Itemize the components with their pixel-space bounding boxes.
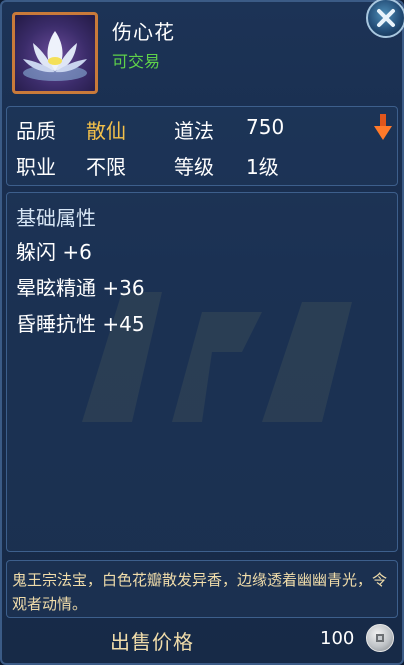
lotus-flower-icon <box>23 31 87 81</box>
tradable-label: 可交易 <box>112 52 161 71</box>
close-button[interactable] <box>366 0 404 38</box>
attribute-row: 昏睡抗性 +45 <box>16 312 145 336</box>
quality-label: 品质 <box>16 119 56 143</box>
sell-price-label: 出售价格 <box>110 630 194 654</box>
down-arrow-icon <box>374 114 392 140</box>
quality-value: 散仙 <box>86 119 126 143</box>
class-value: 不限 <box>86 155 126 179</box>
item-tooltip-panel: 伤心花 可交易 品质 散仙 道法 750 职业 不限 等级 1级 基础属性 躲闪… <box>0 0 404 665</box>
level-value: 1级 <box>246 155 279 179</box>
item-name: 伤心花 <box>112 20 175 44</box>
class-label: 职业 <box>16 155 56 179</box>
attribute-row: 晕眩精通 +36 <box>16 276 145 300</box>
attributes-title: 基础属性 <box>16 206 96 230</box>
attribute-row: 躲闪 +6 <box>16 240 92 264</box>
sell-price-value: 100 <box>320 628 355 649</box>
coin-icon <box>366 624 394 652</box>
close-icon <box>377 9 395 27</box>
daofa-value: 750 <box>246 115 285 139</box>
level-label: 等级 <box>174 155 214 179</box>
daofa-label: 道法 <box>174 119 214 143</box>
item-description: 鬼王宗法宝，白色花瓣散发异香，边缘透着幽幽青光，令观者动情。 <box>12 571 388 613</box>
item-icon-frame <box>12 12 98 94</box>
